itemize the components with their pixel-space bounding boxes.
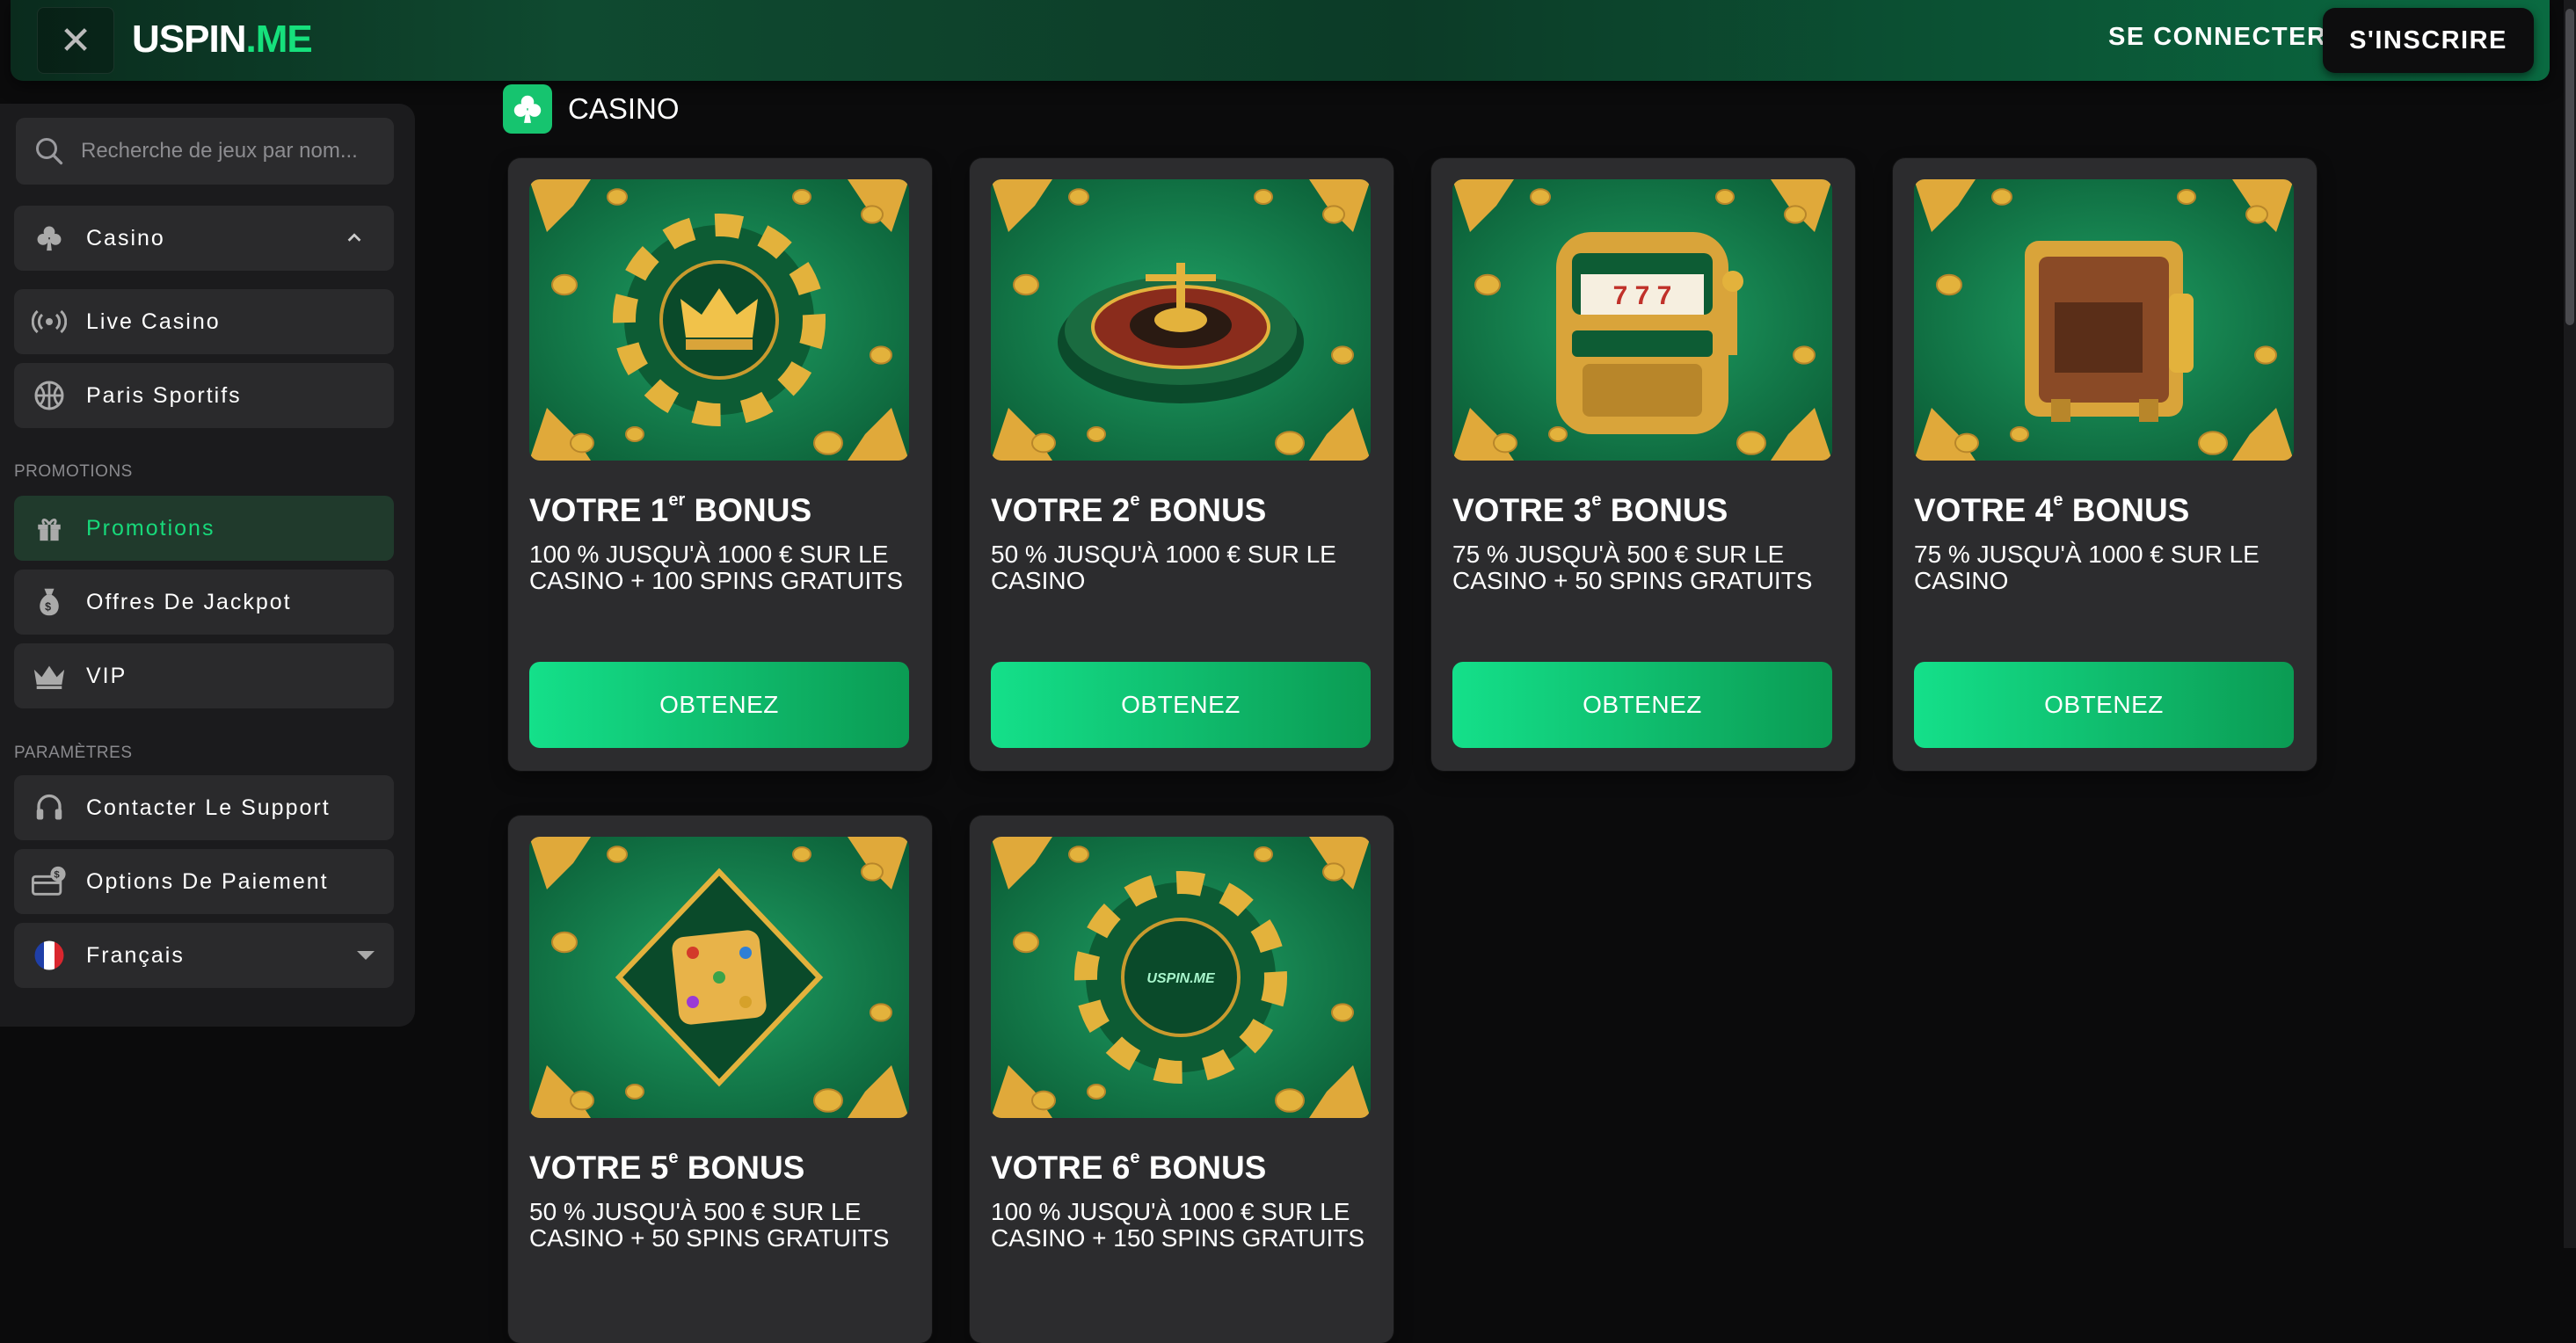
svg-text:7 7 7: 7 7 7	[1613, 281, 1672, 310]
scrollbar-thumb[interactable]	[2565, 9, 2574, 325]
bonus-title: VOTRE 2e BONUS	[991, 490, 1267, 529]
sidebar-item-jackpot[interactable]: $ Offres De Jackpot	[14, 570, 394, 635]
bonus-description: 100 % JUSQU'À 1000 € SUR LE CASINO + 150…	[991, 1198, 1365, 1252]
section-label-promotions: PROMOTIONS	[14, 462, 133, 481]
money-bag-icon: $	[32, 584, 67, 620]
sidebar-item-label: Casino	[86, 225, 165, 250]
sidebar-item-label: Paris Sportifs	[86, 382, 242, 408]
bonus-card: VOTRE 4e BONUS 75 % JUSQU'À 1000 € SUR LE…	[1893, 158, 2317, 771]
bonus-image	[529, 179, 909, 461]
bonus-title-suffix: BONUS	[1601, 492, 1728, 528]
search-icon	[36, 138, 63, 165]
bonus-title-prefix: VOTRE 3	[1452, 492, 1592, 528]
bonus-title: VOTRE 1er BONUS	[529, 490, 812, 529]
close-icon: ✕	[59, 18, 92, 62]
chevron-up-icon[interactable]	[345, 229, 364, 248]
sidebar-item-label: Live Casino	[86, 309, 221, 334]
sidebar-item-vip[interactable]: VIP	[14, 643, 394, 708]
bonus-title-suffix: BONUS	[2063, 492, 2190, 528]
crown-icon	[32, 658, 67, 693]
headset-icon	[32, 790, 67, 825]
logo-text: USPIN	[132, 18, 246, 61]
claim-bonus-button[interactable]: OBTENEZ	[1914, 662, 2294, 748]
bonus-card: VOTRE 5e BONUS 50 % JUSQU'À 500 € SUR LE …	[508, 816, 932, 1343]
france-flag-icon	[32, 938, 67, 973]
bonus-card: 7 7 7 VOTRE 3e BONUS 75 % JUSQU'À 500 € SU…	[1431, 158, 1855, 771]
claim-bonus-button[interactable]: OBTENEZ	[991, 662, 1371, 748]
svg-text:USPIN.ME: USPIN.ME	[1146, 971, 1216, 986]
sidebar-item-payment[interactable]: $ Options De Paiement	[14, 849, 394, 914]
search-input[interactable]	[81, 139, 380, 163]
svg-text:$: $	[45, 601, 54, 613]
bonus-title-ordinal: e	[1130, 1148, 1140, 1167]
broadcast-icon	[32, 304, 67, 339]
search-box[interactable]	[16, 118, 394, 185]
sidebar-item-promotions[interactable]: Promotions	[14, 496, 394, 561]
bonus-title-prefix: VOTRE 2	[991, 492, 1131, 528]
sidebar: Casino Live Casino Paris Sportifs PROMOT…	[0, 104, 415, 1027]
bonus-title: VOTRE 4e BONUS	[1914, 490, 2190, 529]
sidebar-item-label: Offres De Jackpot	[86, 589, 292, 614]
sidebar-item-casino[interactable]: Casino	[14, 206, 394, 271]
bonus-card: VOTRE 1er BONUS 100 % JUSQU'À 1000 € SUR …	[508, 158, 932, 771]
sidebar-item-label: Français	[86, 942, 185, 968]
bonus-description: 50 % JUSQU'À 500 € SUR LE CASINO + 50 SP…	[529, 1198, 890, 1252]
bonus-card: USPIN.ME VOTRE 6e BONUS 100 % JUSQU'À 1000…	[970, 816, 1394, 1343]
dropdown-caret-icon	[357, 951, 375, 960]
bonus-title: VOTRE 3e BONUS	[1452, 490, 1728, 529]
sidebar-item-paris-sportifs[interactable]: Paris Sportifs	[14, 363, 394, 428]
bonus-image: 7 7 7	[1452, 179, 1832, 461]
sidebar-item-live-casino[interactable]: Live Casino	[14, 289, 394, 354]
bonus-image	[529, 837, 909, 1118]
language-selector[interactable]: Français	[14, 923, 394, 988]
scrollbar[interactable]	[2564, 0, 2576, 1248]
club-icon	[32, 221, 67, 256]
logo-suffix: .ME	[245, 18, 312, 61]
bonus-description: 100 % JUSQU'À 1000 € SUR LE CASINO + 100…	[529, 541, 904, 594]
claim-bonus-button[interactable]: OBTENEZ	[1452, 662, 1832, 748]
close-menu-button[interactable]: ✕	[37, 7, 114, 74]
bonus-title-ordinal: e	[2053, 490, 2063, 510]
bonus-title-ordinal: er	[668, 490, 686, 510]
bonus-title-ordinal: e	[1130, 490, 1140, 510]
bonus-title: VOTRE 6e BONUS	[991, 1148, 1267, 1187]
bonus-title-prefix: VOTRE 1	[529, 492, 669, 528]
sidebar-item-label: VIP	[86, 663, 127, 688]
bonus-title-suffix: BONUS	[1139, 492, 1267, 528]
bonus-title-suffix: BONUS	[1139, 1150, 1267, 1186]
bonus-title: VOTRE 5e BONUS	[529, 1148, 805, 1187]
claim-bonus-button[interactable]: OBTENEZ	[529, 662, 909, 748]
bonus-description: 50 % JUSQU'À 1000 € SUR LE CASINO	[991, 541, 1336, 594]
bonus-image	[1914, 179, 2294, 461]
sidebar-item-support[interactable]: Contacter Le Support	[14, 775, 394, 840]
section-heading: CASINO	[503, 84, 680, 134]
login-link[interactable]: SE CONNECTER	[2108, 23, 2326, 52]
bonus-card: VOTRE 2e BONUS 50 % JUSQU'À 1000 € SUR LE…	[970, 158, 1394, 771]
gift-icon	[32, 511, 67, 546]
bonus-title-prefix: VOTRE 5	[529, 1150, 669, 1186]
svg-text:$: $	[54, 870, 62, 881]
bonus-title-prefix: VOTRE 6	[991, 1150, 1131, 1186]
bonus-image: USPIN.ME	[991, 837, 1371, 1118]
logo[interactable]: USPIN.ME	[132, 18, 313, 62]
bonus-title-suffix: BONUS	[685, 492, 812, 528]
signup-button[interactable]: S'INSCRIRE	[2323, 8, 2534, 73]
sidebar-item-label: Contacter Le Support	[86, 795, 331, 820]
bonus-image	[991, 179, 1371, 461]
bonus-description: 75 % JUSQU'À 1000 € SUR LE CASINO	[1914, 541, 2259, 594]
sports-ball-icon	[32, 378, 67, 413]
top-bar: ✕ USPIN.ME SE CONNECTER S'INSCRIRE	[11, 0, 2550, 81]
payment-card-icon: $	[32, 864, 67, 899]
bonus-description: 75 % JUSQU'À 500 € SUR LE CASINO + 50 SP…	[1452, 541, 1813, 594]
bonus-title-ordinal: e	[1591, 490, 1602, 510]
club-icon	[503, 84, 552, 134]
sidebar-item-label: Promotions	[86, 515, 215, 541]
bonus-title-prefix: VOTRE 4	[1914, 492, 2054, 528]
sidebar-item-label: Options De Paiement	[86, 868, 329, 894]
page-title: CASINO	[568, 92, 680, 125]
section-label-parametres: PARAMÈTRES	[14, 744, 133, 762]
bonus-title-suffix: BONUS	[678, 1150, 805, 1186]
bonus-title-ordinal: e	[668, 1148, 679, 1167]
